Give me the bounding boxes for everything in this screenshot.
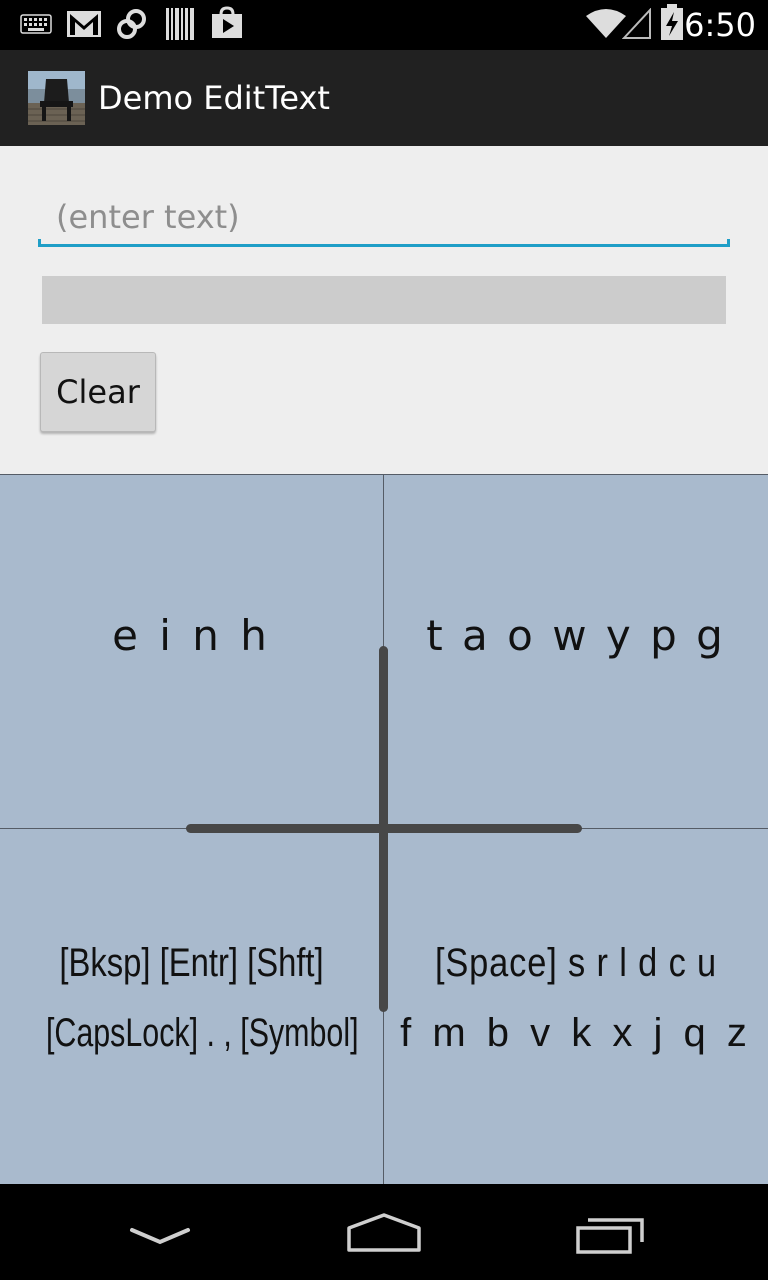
key-zone-top-right[interactable]: t a o w y p g bbox=[383, 474, 768, 829]
keyboard-icon bbox=[20, 14, 52, 38]
app-chair-icon[interactable] bbox=[28, 71, 85, 125]
link-icon bbox=[116, 8, 148, 44]
key-zone-bottom-right-line1: [Space] s r l d c u bbox=[434, 941, 718, 985]
battery-icon bbox=[660, 4, 684, 44]
app-title: Demo EditText bbox=[98, 79, 330, 117]
action-bar: Demo EditText bbox=[0, 50, 768, 146]
quadrant-keyboard: e i n h t a o w y p g [Bksp] [Entr] [Shf… bbox=[0, 474, 768, 1184]
gmail-icon bbox=[66, 10, 102, 42]
key-zone-bottom-left-line1: [Bksp] [Entr] [Shft] bbox=[59, 941, 324, 985]
key-zone-bottom-left-line2: [CapsLock] . , [Symbol] bbox=[45, 1011, 359, 1055]
key-zone-bottom-right[interactable]: [Space] s r l d c u f m b v k x j q z bbox=[383, 828, 768, 1184]
output-text-view bbox=[42, 276, 726, 324]
wifi-icon bbox=[586, 8, 626, 44]
content-area: Clear bbox=[0, 146, 768, 474]
key-zone-bottom-left[interactable]: [Bksp] [Entr] [Shft] [CapsLock] . , [Sym… bbox=[0, 828, 384, 1184]
barcode-icon bbox=[166, 8, 194, 44]
status-time: 6:50 bbox=[684, 6, 756, 44]
text-input-underline bbox=[38, 239, 730, 247]
status-bar: 6:50 bbox=[0, 0, 768, 50]
key-zone-top-left-label: e i n h bbox=[112, 611, 271, 660]
recent-apps-icon[interactable] bbox=[574, 1216, 646, 1260]
key-zone-bottom-right-line2: f m b v k x j q z bbox=[400, 1011, 752, 1055]
navigation-bar bbox=[0, 1184, 768, 1280]
back-icon[interactable] bbox=[128, 1224, 192, 1252]
signal-icon bbox=[621, 7, 652, 44]
play-store-icon bbox=[210, 6, 244, 44]
clear-button[interactable]: Clear bbox=[40, 352, 156, 432]
cross-vertical-bar bbox=[379, 646, 388, 1012]
text-input[interactable] bbox=[38, 190, 730, 244]
home-icon[interactable] bbox=[346, 1212, 422, 1258]
key-zone-top-right-label: t a o w y p g bbox=[426, 611, 726, 660]
key-zone-top-left[interactable]: e i n h bbox=[0, 474, 384, 829]
text-field-container bbox=[38, 190, 730, 248]
